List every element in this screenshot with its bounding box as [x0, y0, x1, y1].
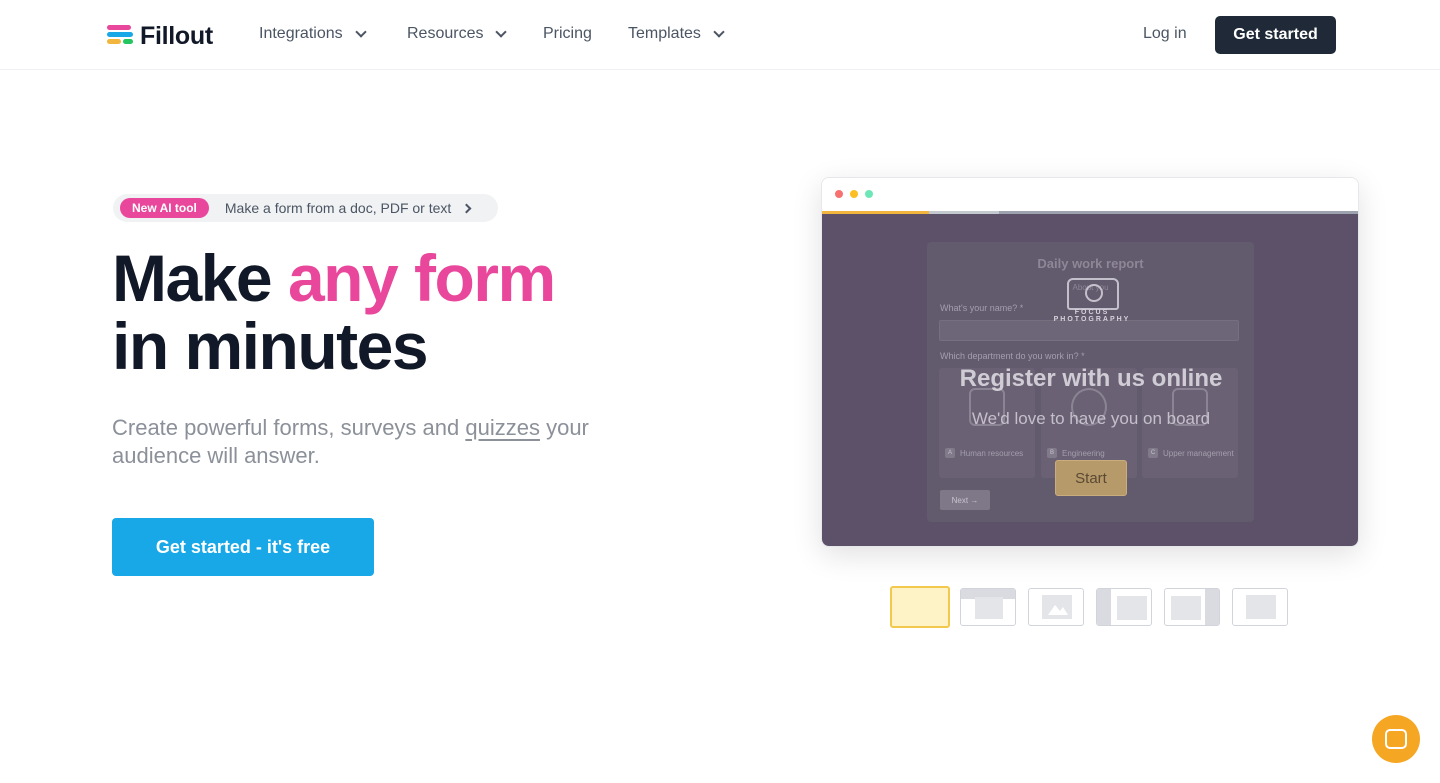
- option-key: A: [945, 448, 955, 458]
- option-label: Engineering: [1062, 449, 1105, 458]
- option-key: B: [1047, 448, 1057, 458]
- logo[interactable]: Fillout: [107, 22, 213, 51]
- minimize-dot-icon: [850, 190, 858, 198]
- top-nav: Fillout Integrations Resources Pricing T…: [0, 0, 1440, 70]
- nav-resources[interactable]: Resources: [407, 25, 508, 43]
- brand-mark-text: FOCUS PHOTOGRAPHY: [1053, 309, 1131, 323]
- name-input[interactable]: [939, 320, 1239, 341]
- chevron-down-icon: [495, 26, 508, 38]
- get-started-button[interactable]: Get started: [1215, 16, 1336, 54]
- headline-accent: any form: [287, 241, 556, 315]
- question-name-label: What's your name? *: [940, 303, 1024, 313]
- brand-name: Fillout: [140, 22, 213, 50]
- hero-get-started-button[interactable]: Get started - it's free: [112, 518, 374, 576]
- camera-logo-icon: [1067, 278, 1119, 310]
- chat-bubble-icon: [1385, 729, 1407, 749]
- headline-part-2: in minutes: [112, 309, 429, 383]
- chat-launcher-button[interactable]: [1372, 715, 1420, 763]
- layout-standard-thumb[interactable]: [890, 586, 950, 628]
- nav-resources-label: Resources: [407, 25, 484, 42]
- option-key: C: [1148, 448, 1158, 458]
- quizzes-link[interactable]: quizzes: [465, 415, 540, 440]
- window-titlebar: [822, 178, 1358, 211]
- layout-cover-thumb[interactable]: [960, 588, 1016, 626]
- option-label: Upper management: [1163, 449, 1234, 458]
- nav-integrations[interactable]: Integrations: [259, 25, 367, 43]
- form-title: Daily work report: [1037, 256, 1144, 271]
- hero-headline: Make any form in minutes: [112, 241, 556, 383]
- hero-subtitle: Create powerful forms, surveys and quizz…: [112, 414, 652, 470]
- new-badge: New AI tool: [120, 198, 209, 218]
- start-button[interactable]: Start: [1055, 460, 1127, 496]
- maximize-dot-icon: [865, 190, 873, 198]
- nav-pricing[interactable]: Pricing: [543, 25, 592, 43]
- layout-image-thumb[interactable]: [1028, 588, 1084, 626]
- announcement-text: Make a form from a doc, PDF or text: [224, 200, 452, 216]
- layout-left-sidebar-thumb[interactable]: [1096, 588, 1152, 626]
- announcement-pill[interactable]: New AI tool Make a form from a doc, PDF …: [113, 194, 498, 222]
- nav-pricing-label: Pricing: [543, 25, 592, 42]
- option-label: Human resources: [960, 449, 1024, 458]
- layout-minimal-thumb[interactable]: [1232, 588, 1288, 626]
- overlay-subtitle: We'd love to have you on board: [971, 409, 1211, 428]
- nav-templates-label: Templates: [628, 25, 701, 42]
- fillout-logo-icon: [107, 24, 133, 49]
- login-link[interactable]: Log in: [1143, 25, 1187, 43]
- headline-part-1: Make: [112, 241, 288, 315]
- overlay-title: Register with us online: [959, 365, 1223, 392]
- nav-integrations-label: Integrations: [259, 25, 343, 42]
- chevron-right-icon: [461, 203, 472, 213]
- close-dot-icon: [835, 190, 843, 198]
- preview-canvas: Daily work report About you What's your …: [822, 214, 1358, 546]
- subtitle-part-1: Create powerful forms, surveys and: [112, 415, 466, 440]
- form-preview-window: Daily work report About you What's your …: [821, 177, 1359, 547]
- chevron-down-icon: [713, 26, 725, 38]
- chevron-down-icon: [354, 26, 367, 38]
- nav-templates[interactable]: Templates: [628, 25, 725, 43]
- question-department-label: Which department do you work in? *: [940, 351, 1085, 361]
- layout-right-sidebar-thumb[interactable]: [1164, 588, 1220, 626]
- next-button[interactable]: Next →: [940, 490, 990, 510]
- image-icon: [1048, 605, 1068, 615]
